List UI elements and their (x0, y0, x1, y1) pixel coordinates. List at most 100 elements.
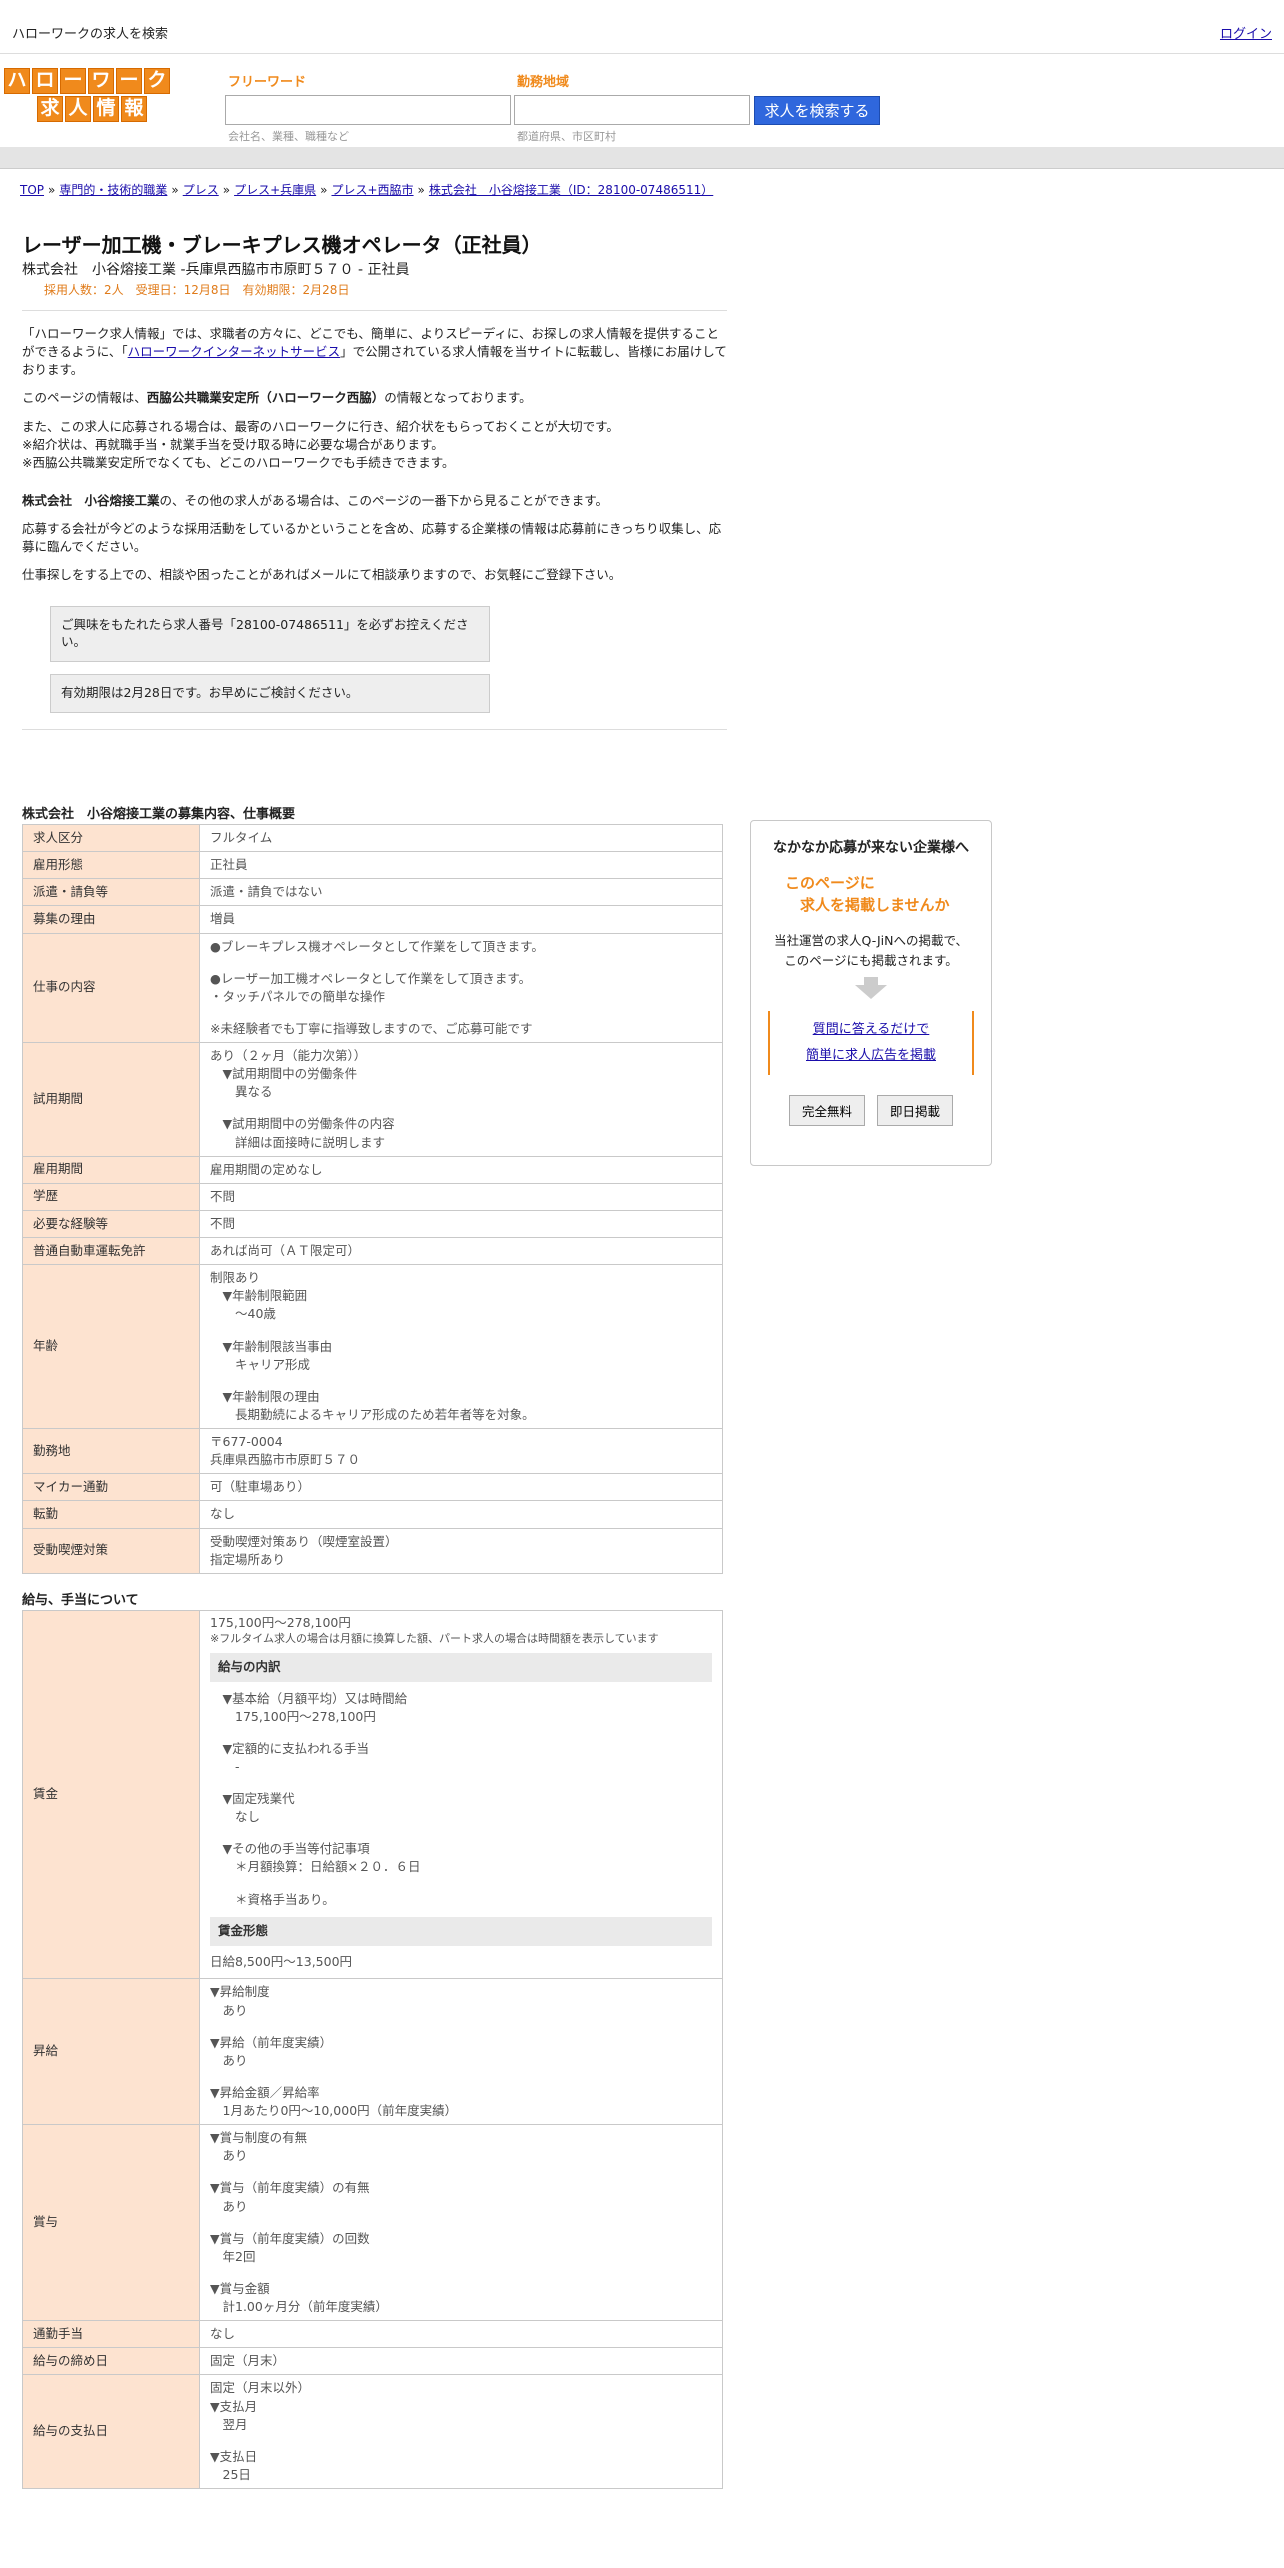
value-line: あり (210, 2002, 248, 2018)
same-day-button[interactable]: 即日掲載 (877, 1094, 954, 1126)
value-line: 異なる (210, 1084, 273, 1100)
free-button[interactable]: 完全無料 (788, 1094, 865, 1126)
value-line: ●レーザー加工機オペレータとして作業をして頂きます。 (210, 970, 532, 986)
breakdown-line: ▼基本給（月額平均）又は時間給 (210, 1690, 408, 1706)
hellowork-logo[interactable]: ハローワーク求人情報 (4, 68, 180, 124)
login-link[interactable]: ログイン (1220, 26, 1272, 44)
row-label: マイカー通勤 (22, 1473, 200, 1502)
value-line: ▼年齢制限範囲 (210, 1288, 308, 1304)
table-row: 求人区分 フルタイム (22, 823, 723, 853)
table-row: 勤務地 〒677-0004 兵庫県西脇市市原町５７０ (22, 1427, 723, 1475)
hellowork-internet-link[interactable]: ハローワークインターネットサービス (128, 344, 341, 359)
intro-paragraph-2: このページの情報は、西脇公共職業安定所（ハローワーク西脇）の情報となっております… (22, 390, 532, 406)
table-row: 学歴 不問 (22, 1182, 723, 1211)
freeword-label: フリーワード (228, 75, 307, 90)
table-row: 給与の締め日 固定（月末） (22, 2347, 723, 2376)
value-line: キャリア形成 (210, 1356, 311, 1372)
value-line: ※未経験者でも丁寧に指導致しますので、ご応募可能です (210, 1020, 533, 1036)
summary-table: 求人区分 フルタイム 雇用形態 正社員 派遣・請負等 派遣・請負ではない 募集の理由 増員 仕事… (22, 823, 723, 1574)
breadcrumb-press-hyogo[interactable]: プレス+兵庫県 (234, 183, 316, 197)
logo-char: ー (60, 68, 86, 94)
value-line: 1月あたり0円〜10,000円（前年度実績） (210, 2103, 458, 2119)
table-row: 給与の支払日 固定（月末以外） ▼支払月 翌月 ▼支払日 25日 (22, 2374, 723, 2490)
value-line: フルタイム (210, 830, 273, 845)
intro-paragraph-6: 仕事探しをする上での、相談や困ったことがあればメールにて相談承りますので、お気軽… (22, 567, 622, 583)
value-line (210, 2216, 712, 2230)
search-button[interactable]: 求人を検索する (754, 96, 880, 125)
row-label: 仕事の内容 (22, 932, 200, 1043)
breakdown-line (210, 1877, 712, 1891)
row-value: あり（２ヶ月（能力次第）） ▼試用期間中の労働条件 異なる ▼試用期間中の労働条… (199, 1042, 723, 1157)
row-label: 年齢 (22, 1264, 200, 1429)
pay-table: 賃金 175,100円〜278,100円 ※フルタイム求人の場合は月額に換算した… (22, 1609, 723, 2490)
table-row: 賃金 175,100円〜278,100円 ※フルタイム求人の場合は月額に換算した… (22, 1609, 723, 1980)
row-value: 増員 (199, 905, 723, 934)
row-value: 不問 (199, 1182, 723, 1211)
table-row: 試用期間 あり（２ヶ月（能力次第）） ▼試用期間中の労働条件 異なる ▼試用期間中… (22, 1042, 723, 1157)
logo-char: ク (144, 68, 170, 94)
intro-paragraph-4: 株式会社 小谷熔接工業の、その他の求人がある場合は、このページの一番下から見るこ… (22, 492, 609, 508)
row-value: ●ブレーキプレス機オペレータとして作業をして頂きます。 ●レーザー加工機オペレータ… (199, 932, 723, 1043)
ad-link-questions[interactable]: 質問に答えるだけで (813, 1022, 930, 1037)
logo-char: 報 (121, 96, 147, 122)
breakdown-line (210, 1726, 712, 1740)
value-line: 制限あり (210, 1270, 261, 1286)
breadcrumb-company[interactable]: 株式会社 小谷熔接工業（ID：28100-07486511） (429, 183, 713, 197)
value-line: 計1.00ヶ月分（前年度実績） (210, 2299, 388, 2315)
arrow-down-icon (864, 976, 878, 985)
row-label: 勤務地 (22, 1427, 200, 1475)
table-row: 昇給 ▼昇給制度 あり ▼昇給（前年度実績） あり ▼昇給金額／昇給率 1月あたり0円… (22, 1978, 723, 2126)
breadcrumb-category[interactable]: 専門的・技術的職業 (59, 183, 167, 197)
value-line: ▼支払月 (210, 2398, 258, 2414)
area-hint: 都道府県、市区町村 (517, 130, 616, 143)
row-value: なし (199, 1500, 723, 1529)
logo-char: 情 (93, 96, 119, 122)
value-line: 固定（月末） (210, 2353, 286, 2369)
intro-paragraph-5: 応募する会社が今どのような採用活動をしているかということを含め、応募する企業様の… (22, 521, 722, 555)
area-label: 勤務地域 (517, 75, 570, 90)
company-line: 株式会社 小谷熔接工業 -兵庫県西脇市市原町５７０ - 正社員 (22, 262, 410, 278)
row-label: 賃金 (22, 1609, 200, 1980)
value-line: あれば尚可（ＡＴ限定可） (210, 1243, 361, 1258)
freeword-input[interactable] (225, 95, 511, 125)
value-line: ・タッチパネルでの簡単な操作 (210, 988, 386, 1004)
breakdown-line: ▼定額的に支払われる手当 (210, 1740, 370, 1756)
job-intro: レーザー加工機・ブレーキプレス機オペレータ（正社員） 株式会社 小谷熔接工業 -… (22, 232, 727, 744)
value-line: 詳細は面接時に説明します (210, 1134, 386, 1150)
logo-char: 求 (37, 96, 63, 122)
value-line (210, 2020, 712, 2034)
row-value: 〒677-0004 兵庫県西脇市市原町５７０ (199, 1427, 723, 1475)
value-line: 雇用期間の定めなし (210, 1161, 323, 1177)
table-row: 募集の理由 増員 (22, 905, 723, 934)
ad-title: なかなか応募が来ない企業様へ (773, 840, 969, 856)
logo-char: 人 (65, 96, 91, 122)
breadcrumb-top[interactable]: TOP (20, 183, 44, 197)
value-line: 正社員 (210, 857, 248, 873)
notice-deadline: 有効期限は2月28日です。お早めにご検討ください。 (50, 674, 490, 714)
divider (22, 310, 727, 312)
ad-link-post[interactable]: 簡単に求人広告を掲載 (806, 1048, 936, 1063)
breakdown-line: ＊月額換算：日給額×２０．６日 (210, 1859, 421, 1875)
row-label: 学歴 (22, 1182, 200, 1211)
row-label: 普通自動車運転免許 (22, 1236, 200, 1266)
value-line: 指定場所あり (210, 1551, 286, 1567)
value-line (210, 2070, 712, 2084)
value-line (210, 2434, 712, 2448)
breadcrumb-press-nishiwaki[interactable]: プレス+西脇市 (331, 183, 413, 197)
value-line (210, 2266, 712, 2280)
table-row: 必要な経験等 不問 (22, 1209, 723, 1239)
ad-links: 質問に答えるだけで 簡単に求人広告を掲載 (768, 1010, 974, 1075)
logo-char: ハ (4, 68, 30, 94)
value-line: 増員 (210, 911, 236, 927)
ad-headline: このページに 求人を掲載しませんか (785, 873, 950, 915)
area-input[interactable] (514, 95, 750, 125)
breadcrumb: TOP» 専門的・技術的職業» プレス» プレス+兵庫県» プレス+西脇市» 株式会社 小… (20, 183, 714, 197)
row-value: なし (199, 2320, 723, 2349)
breadcrumb-press[interactable]: プレス (183, 183, 219, 197)
value-line: 〜40歳 (210, 1306, 276, 1322)
freeword-hint: 会社名、業種、職種など (228, 130, 349, 143)
table-row: 年齢 制限あり ▼年齢制限範囲 〜40歳 ▼年齢制限該当事由 キャリア形成 ▼年齢… (22, 1264, 723, 1429)
row-label: 給与の締め日 (22, 2347, 200, 2376)
notice-job-number: ご興味をもたれたら求人番号「28100-07486511」を必ずお控えください。 (50, 606, 490, 663)
value-line: ▼支払日 (210, 2448, 258, 2464)
